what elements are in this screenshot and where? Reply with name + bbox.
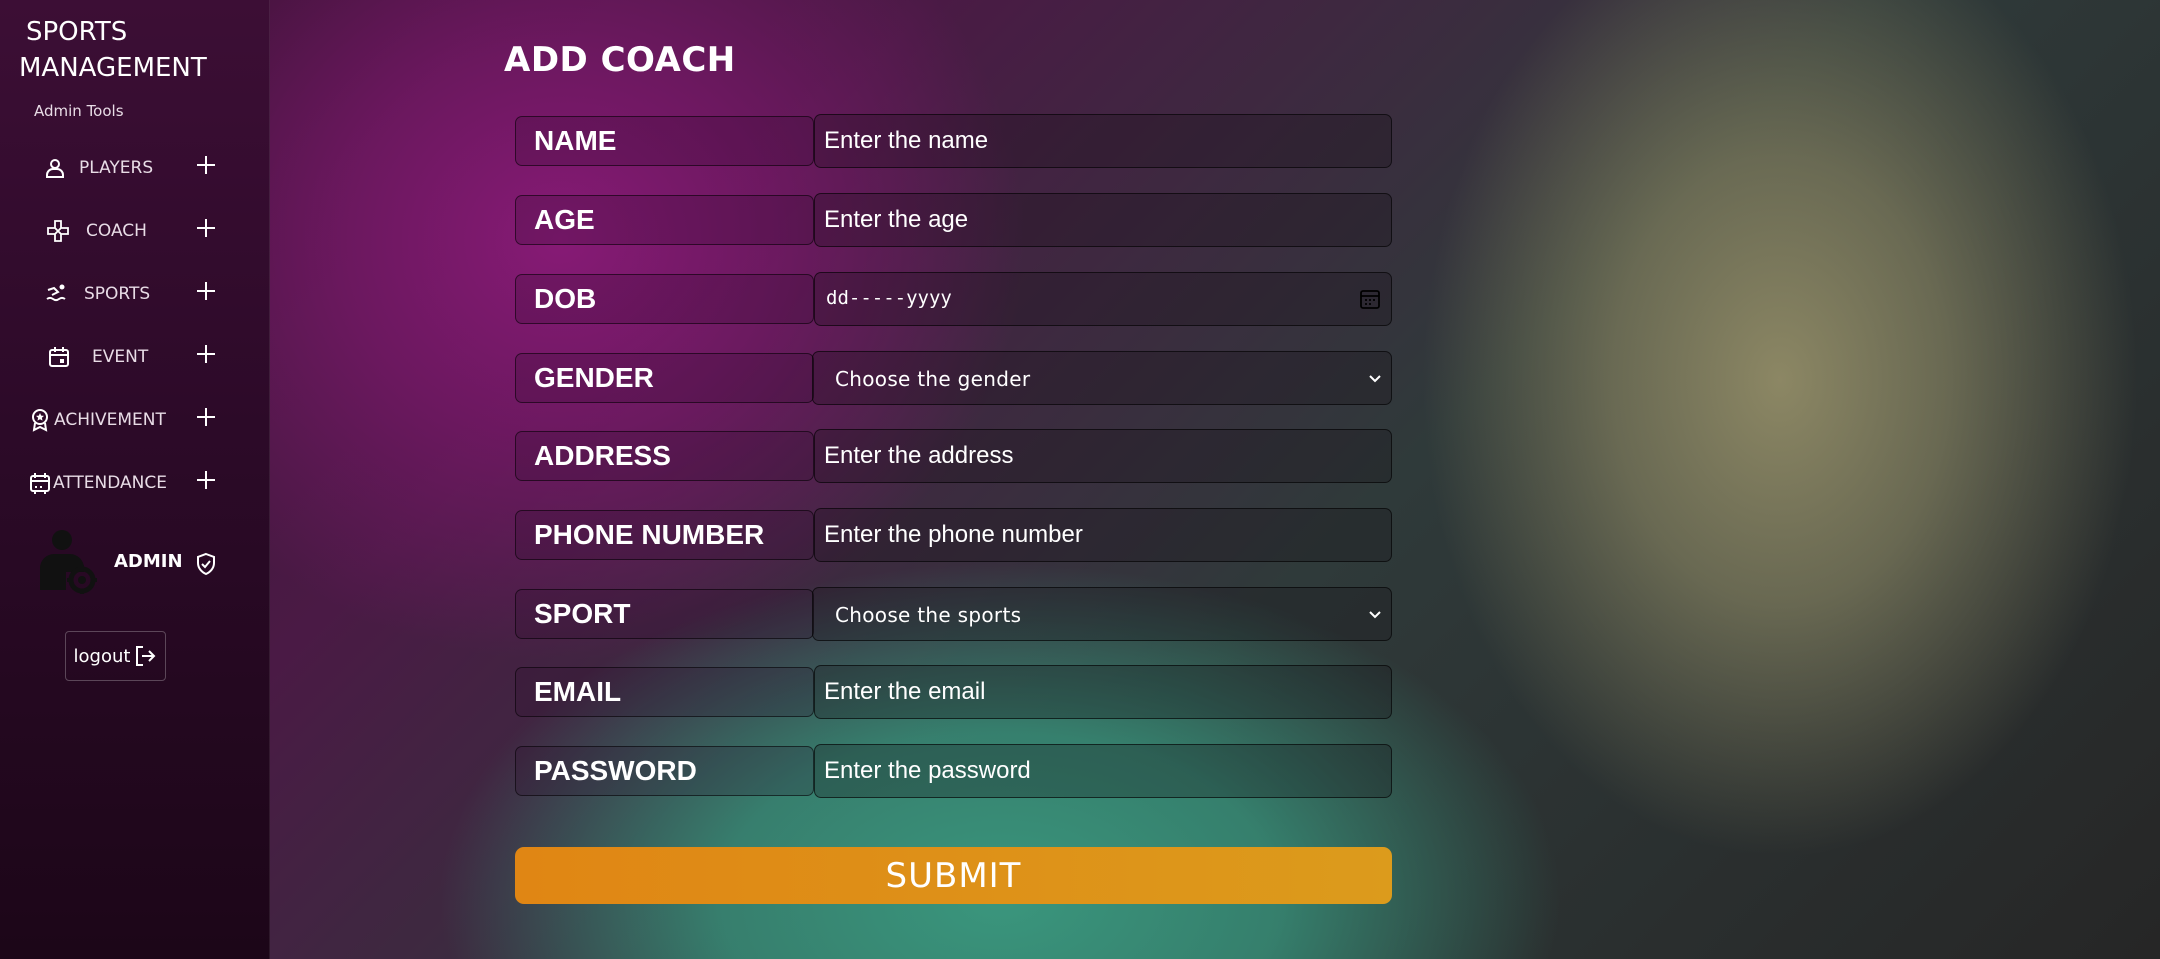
dob-value: dd-----yyyy [826, 287, 952, 309]
phone-input[interactable] [814, 508, 1392, 562]
dob-input[interactable]: dd-----yyyy [814, 272, 1392, 326]
add-player-icon[interactable] [196, 155, 216, 175]
sidebar-item-label: COACH [86, 221, 147, 241]
sidebar-item-label: EVENT [92, 347, 149, 367]
name-label: NAME [515, 116, 814, 166]
sidebar-item-achievement[interactable]: ACHIVEMENT [0, 399, 270, 439]
phone-row: PHONE NUMBER [515, 508, 1392, 562]
award-icon [32, 409, 48, 432]
sidebar-item-attendance[interactable]: ATTENDANCE [0, 462, 270, 502]
attendance-icon [30, 473, 50, 494]
sport-select[interactable]: Choose the sports [812, 587, 1392, 641]
password-label: PASSWORD [515, 746, 814, 796]
address-input[interactable] [814, 429, 1392, 483]
password-input[interactable] [814, 744, 1392, 798]
sport-label: SPORT [515, 589, 814, 639]
age-row: AGE [515, 193, 1392, 247]
admin-name: ADMIN [114, 551, 183, 572]
logout-icon [136, 646, 156, 666]
page-title: ADD COACH [504, 40, 736, 80]
add-event-icon[interactable] [196, 344, 216, 364]
brand-line-1: SPORTS [26, 17, 128, 47]
gender-selected: Choose the gender [835, 367, 1031, 391]
age-label: AGE [515, 195, 814, 245]
sidebar-subtitle: Admin Tools [34, 102, 124, 120]
shield-check-icon [197, 552, 215, 576]
gender-select[interactable]: Choose the gender [812, 351, 1392, 405]
dob-label: DOB [515, 274, 814, 324]
chevron-down-icon [1369, 375, 1381, 383]
address-row: ADDRESS [515, 429, 1392, 483]
age-input[interactable] [814, 193, 1392, 247]
dob-row: DOB dd-----yyyy [515, 272, 1392, 326]
sidebar-item-event[interactable]: EVENT [0, 336, 270, 376]
logout-button[interactable]: logout [65, 631, 166, 681]
swimmer-icon [46, 284, 66, 302]
password-row: PASSWORD [515, 744, 1392, 798]
sidebar: SPORTS MANAGEMENT Admin Tools PLAYERS CO… [0, 0, 270, 959]
add-sport-icon[interactable] [196, 281, 216, 301]
admin-avatar-icon [40, 530, 97, 594]
gender-row: GENDER Choose the gender [515, 351, 1392, 405]
email-row: EMAIL [515, 665, 1392, 719]
brand-line-2: MANAGEMENT [19, 53, 207, 83]
calendar-icon [49, 347, 69, 367]
email-label: EMAIL [515, 667, 814, 717]
sidebar-item-label: ATTENDANCE [53, 473, 167, 493]
name-row: NAME [515, 114, 1392, 168]
sport-row: SPORT Choose the sports [515, 587, 1392, 641]
chevron-down-icon [1369, 611, 1381, 619]
admin-profile: ADMIN [0, 528, 270, 598]
gamepad-icon [47, 220, 69, 242]
logout-label: logout [73, 645, 131, 667]
person-icon [46, 159, 64, 178]
add-attendance-icon[interactable] [196, 470, 216, 490]
add-achievement-icon[interactable] [196, 407, 216, 427]
submit-button[interactable]: SUBMIT [515, 847, 1392, 904]
sidebar-item-coach[interactable]: COACH [0, 210, 270, 250]
name-input[interactable] [814, 114, 1392, 168]
email-input[interactable] [814, 665, 1392, 719]
sport-selected: Choose the sports [835, 603, 1022, 627]
calendar-picker-icon[interactable] [1359, 288, 1381, 310]
brand-title: SPORTS MANAGEMENT [19, 14, 259, 86]
sidebar-item-label: PLAYERS [79, 158, 154, 178]
gender-label: GENDER [515, 353, 814, 403]
sidebar-item-label: SPORTS [84, 284, 151, 304]
address-label: ADDRESS [515, 431, 814, 481]
add-coach-icon[interactable] [196, 218, 216, 238]
sidebar-item-sports[interactable]: SPORTS [0, 273, 270, 313]
sidebar-item-players[interactable]: PLAYERS [0, 147, 270, 187]
sidebar-item-label: ACHIVEMENT [54, 410, 166, 430]
phone-label: PHONE NUMBER [515, 510, 814, 560]
